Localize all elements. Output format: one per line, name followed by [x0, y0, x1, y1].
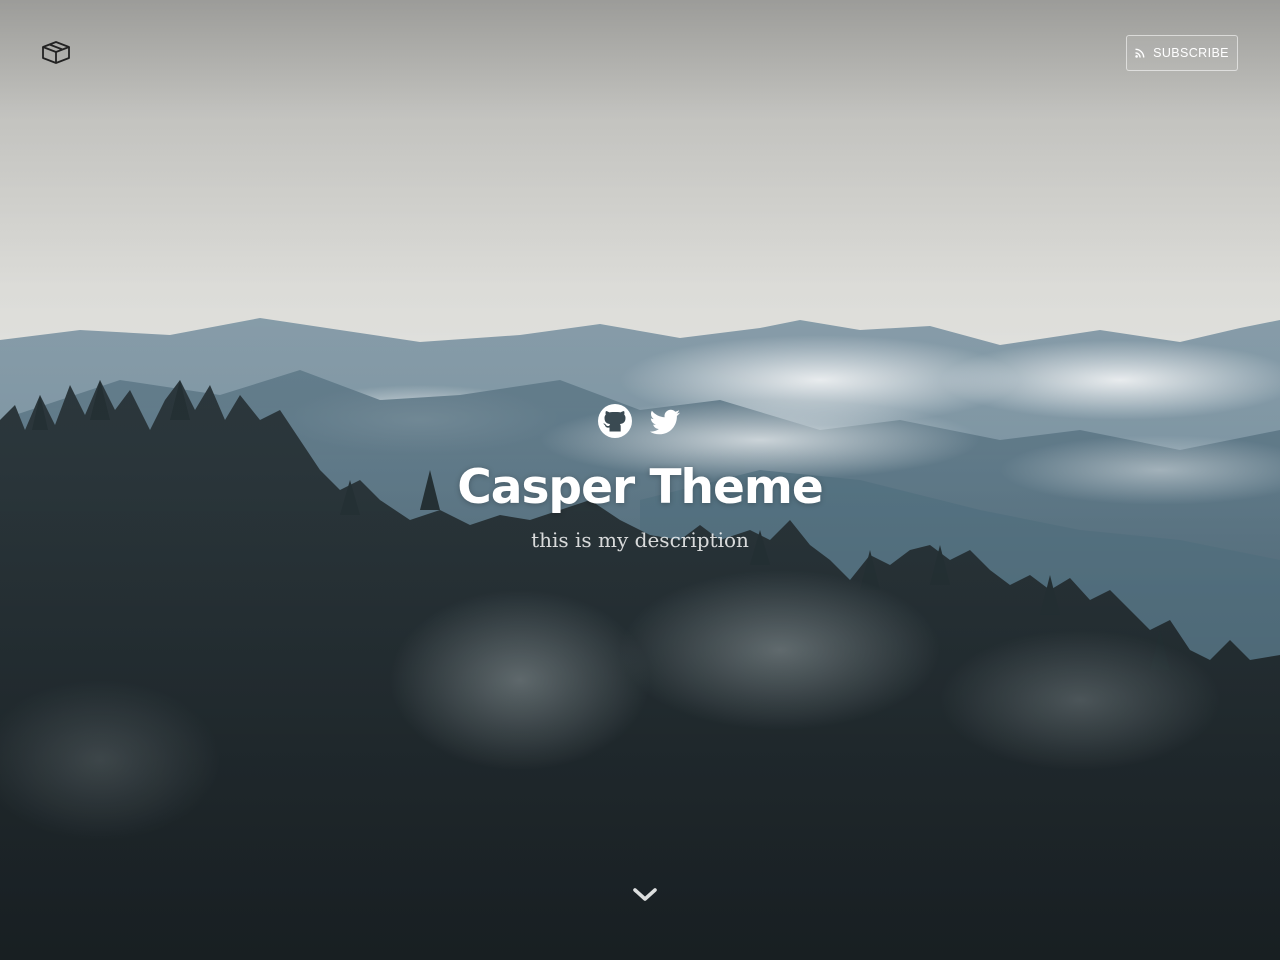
github-link[interactable]: [597, 403, 633, 439]
hero-cover: SUBSCRIBE Casper Theme this is my descri…: [0, 0, 1280, 960]
social-links: [0, 403, 1280, 439]
twitter-link[interactable]: [647, 403, 683, 439]
site-title: Casper Theme: [457, 460, 824, 515]
chevron-down-icon[interactable]: [628, 880, 662, 910]
github-icon: [598, 404, 632, 438]
twitter-icon: [649, 409, 680, 435]
box-icon[interactable]: [40, 38, 72, 66]
site-description: this is my description: [531, 528, 749, 552]
subscribe-label: SUBSCRIBE: [1153, 46, 1229, 60]
rss-icon: [1135, 48, 1145, 58]
subscribe-button[interactable]: SUBSCRIBE: [1126, 35, 1238, 71]
